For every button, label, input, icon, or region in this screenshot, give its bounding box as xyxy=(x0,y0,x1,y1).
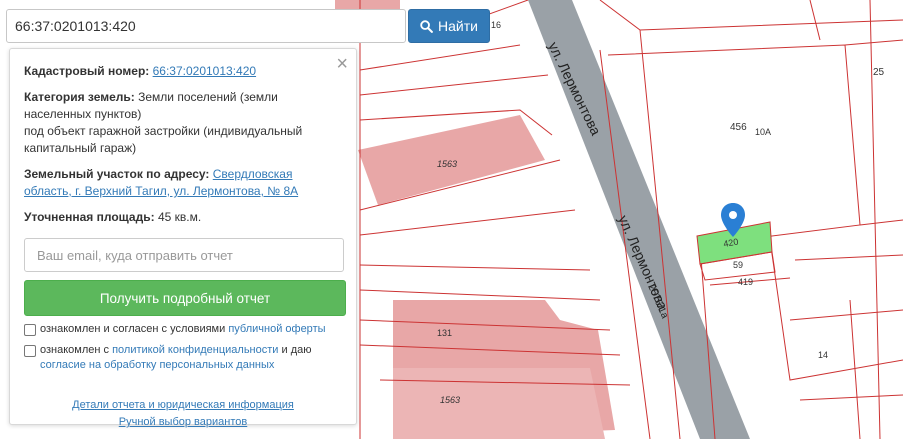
parcel-label-1563-top: 1563 xyxy=(437,159,457,169)
privacy-checkbox[interactable] xyxy=(24,345,36,357)
info-panel: × Кадастровый номер: 66:37:0201013:420 К… xyxy=(9,48,357,428)
address-row: Земельный участок по адресу: Свердловска… xyxy=(24,166,342,200)
consent-offer: ознакомлен и согласен с условиями публич… xyxy=(24,322,342,337)
consent-offer-text: ознакомлен и согласен с условиями публич… xyxy=(40,322,326,337)
address-label: Земельный участок по адресу: xyxy=(24,167,210,181)
search-button[interactable]: Найти xyxy=(408,9,490,43)
cadastral-link[interactable]: 66:37:0201013:420 xyxy=(153,64,256,78)
area-row: Уточненная площадь: 45 кв.м. xyxy=(24,209,342,226)
consent-privacy-label: ознакомлен с xyxy=(40,344,110,356)
search-icon xyxy=(420,19,433,33)
email-field[interactable] xyxy=(24,238,344,272)
area-label: Уточненная площадь: xyxy=(24,210,155,224)
category-row: Категория земель: Земли поселений (земли… xyxy=(24,89,342,157)
consent-privacy: ознакомлен с политикой конфиденциальност… xyxy=(24,343,342,373)
parcel-label-1563-bottom: 1563 xyxy=(440,395,460,405)
public-offer-link[interactable]: публичной оферты xyxy=(228,323,325,335)
parcel-label-419: 419 xyxy=(738,277,753,287)
parcel-label-131: 131 xyxy=(437,328,452,338)
manual-selection-link[interactable]: Ручной выбор вариантов xyxy=(24,414,342,431)
parcel-label-14: 14 xyxy=(818,350,828,360)
details-link[interactable]: Детали отчета и юридическая информация xyxy=(24,397,342,414)
search-input[interactable] xyxy=(6,9,406,43)
building-1563-bottom xyxy=(393,368,605,439)
data-processing-link[interactable]: согласие на обработку персональных данны… xyxy=(40,359,274,371)
purpose-value: под объект гаражной застройки (индивидуа… xyxy=(24,124,303,155)
consent-privacy-mid: и даю xyxy=(281,344,312,356)
parcel-label-25: 25 xyxy=(873,67,885,78)
get-report-button[interactable]: Получить подробный отчет xyxy=(24,280,346,316)
close-icon[interactable]: × xyxy=(336,54,348,74)
parcel-label-59: 59 xyxy=(733,260,743,270)
parcel-label-10a: 10А xyxy=(755,127,771,137)
consent-offer-label: ознакомлен и согласен с условиями xyxy=(40,323,226,335)
parcel-label-456: 456 xyxy=(730,122,747,133)
privacy-policy-link[interactable]: политикой конфиденциальности xyxy=(112,344,278,356)
cadastral-label: Кадастровый номер: xyxy=(24,64,150,78)
parcel-label-16: 16 xyxy=(491,20,501,30)
offer-checkbox[interactable] xyxy=(24,324,36,336)
category-label: Категория земель: xyxy=(24,90,135,104)
bottom-links: Детали отчета и юридическая информация Р… xyxy=(24,397,342,431)
cadastral-row: Кадастровый номер: 66:37:0201013:420 xyxy=(24,63,342,80)
consent-privacy-text: ознакомлен с политикой конфиденциальност… xyxy=(40,343,342,373)
area-value: 45 кв.м. xyxy=(157,210,202,224)
search-button-label: Найти xyxy=(438,18,478,34)
